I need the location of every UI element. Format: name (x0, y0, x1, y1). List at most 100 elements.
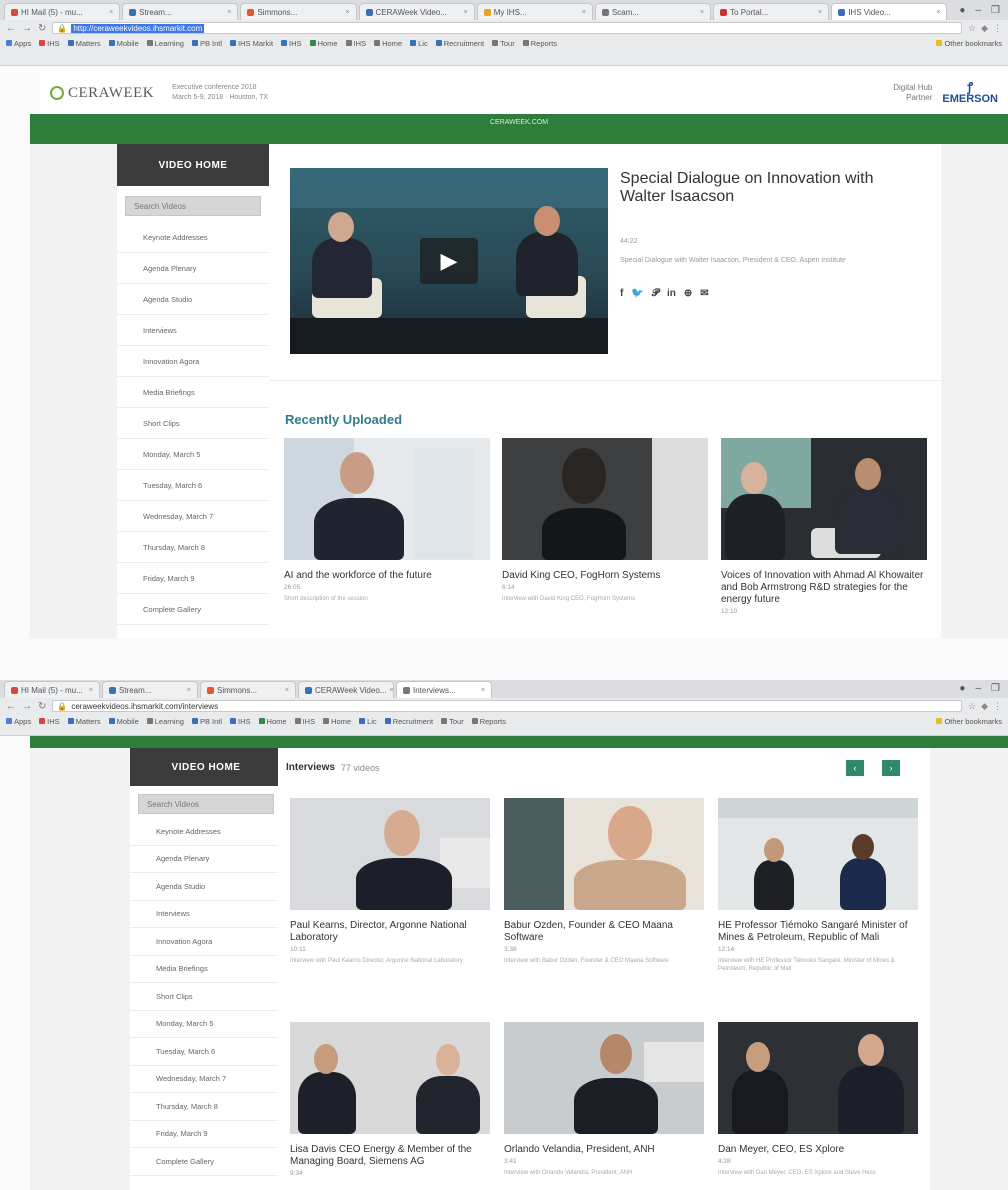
sidebar-item[interactable]: Thursday, March 8 (117, 532, 269, 563)
bookmark[interactable]: IHS (230, 717, 251, 726)
sidebar-item[interactable]: Friday, March 9 (117, 563, 269, 594)
bookmark[interactable]: Mobile (108, 39, 139, 48)
sidebar-item[interactable]: Complete Gallery (117, 594, 269, 625)
bookmark[interactable]: IHS (294, 717, 315, 726)
close-icon[interactable]: × (109, 9, 113, 16)
other-bookmarks[interactable]: Other bookmarks (936, 39, 1002, 48)
browser-tab[interactable]: CERAWeek Video... × (358, 3, 475, 20)
sidebar-item[interactable]: Wednesday, March 7 (117, 501, 269, 532)
browser-tab[interactable]: Stream... × (102, 681, 198, 698)
bookmark[interactable]: Apps (6, 39, 31, 48)
browser-tab[interactable]: Simmons... × (200, 681, 296, 698)
video-title[interactable]: David King CEO, FogHorn Systems (502, 570, 708, 582)
close-icon[interactable]: × (582, 9, 586, 16)
pinterest-icon[interactable]: 𝓟 (652, 288, 659, 299)
sidebar-item[interactable]: Keynote Addresses (117, 222, 269, 253)
video-card[interactable]: Lisa Davis CEO Energy & Member of the Ma… (290, 1022, 490, 1177)
bookmark[interactable]: IHS (345, 39, 366, 48)
close-icon[interactable]: × (464, 9, 468, 16)
next-page-icon[interactable]: › (882, 760, 900, 776)
video-card[interactable]: Orlando Velandia, President, ANH 3:41 In… (504, 1022, 704, 1177)
bookmark[interactable]: Learning (146, 39, 184, 48)
sidebar-item[interactable]: Monday, March 5 (117, 439, 269, 470)
search-input[interactable]: Search Videos (125, 196, 261, 216)
close-icon[interactable]: × (227, 9, 231, 16)
close-icon[interactable]: × (89, 687, 93, 694)
minimize-icon[interactable]: – (975, 5, 981, 16)
bookmark[interactable]: Home (374, 39, 402, 48)
linkedin-icon[interactable]: in (667, 288, 676, 299)
video-card[interactable]: Babur Ozden, Founder & CEO Maana Softwar… (504, 798, 704, 965)
sidebar-item[interactable]: Innovation Agora (130, 928, 282, 956)
featured-title[interactable]: Special Dialogue on Innovation with Walt… (620, 170, 880, 206)
sidebar-item[interactable]: Interviews (130, 901, 282, 928)
bookmark[interactable]: Home (323, 717, 351, 726)
menu-icon[interactable]: ⋮ (993, 701, 1002, 712)
bookmark[interactable]: Reports (471, 717, 506, 726)
browser-tab[interactable]: Simmons... × (240, 3, 357, 20)
facebook-icon[interactable]: f (620, 288, 623, 299)
sidebar-title[interactable]: VIDEO HOME (117, 144, 269, 186)
url-input[interactable]: 🔒 ceraweekvideos.ihsmarkit.com/interview… (52, 700, 962, 712)
star-icon[interactable]: ☆ (968, 23, 976, 34)
browser-tab[interactable]: HI Mail (5) - mu... × (4, 3, 121, 20)
close-icon[interactable]: × (389, 687, 393, 694)
sidebar-item[interactable]: Complete Gallery (130, 1148, 282, 1176)
sidebar-item[interactable]: Agenda Studio (117, 284, 269, 315)
sidebar-item[interactable]: Monday, March 5 (130, 1011, 282, 1038)
bookmark[interactable]: Matters (67, 39, 101, 48)
ceraweek-logo[interactable]: CERAWEEK (50, 85, 154, 102)
reload-icon[interactable]: ↻ (38, 701, 46, 712)
close-icon[interactable]: × (700, 9, 704, 16)
browser-tab[interactable]: My IHS... × (476, 3, 593, 20)
sidebar-item[interactable]: Agenda Plenary (130, 846, 282, 873)
video-card[interactable]: Voices of Innovation with Ahmad Al Khowa… (721, 438, 927, 615)
search-input[interactable]: Search Videos (138, 794, 274, 814)
play-button[interactable]: ▶ (420, 238, 478, 284)
site-link[interactable]: CERAWEEK.COM (490, 119, 548, 126)
back-icon[interactable]: ← (6, 23, 16, 34)
sidebar-item[interactable]: Media Briefings (130, 956, 282, 983)
user-icon[interactable]: ● (959, 683, 965, 694)
bookmark[interactable]: PB Intl (191, 717, 222, 726)
emerson-logo[interactable]: ꝭ EMERSON (942, 81, 998, 105)
close-icon[interactable]: × (936, 9, 940, 16)
bookmark[interactable]: IHS (39, 717, 60, 726)
bookmark[interactable]: Matters (67, 717, 101, 726)
url-input[interactable]: 🔒 http://ceraweekvideos.ihsmarkit.com (52, 22, 962, 34)
close-icon[interactable]: × (818, 9, 822, 16)
video-card[interactable]: Paul Kearns, Director, Argonne National … (290, 798, 490, 965)
bookmark[interactable]: Home (258, 717, 287, 726)
video-title[interactable]: Babur Ozden, Founder & CEO Maana Softwar… (504, 920, 704, 944)
maximize-icon[interactable]: ❐ (991, 683, 1000, 694)
email-icon[interactable]: ✉ (700, 288, 708, 299)
sidebar-item[interactable]: Short Clips (130, 983, 282, 1011)
maximize-icon[interactable]: ❐ (991, 5, 1000, 16)
extension-icon[interactable]: ◆ (981, 701, 988, 712)
sidebar-item[interactable]: Friday, March 9 (130, 1121, 282, 1148)
bookmark[interactable]: IHS (39, 39, 60, 48)
sidebar-item[interactable]: Agenda Plenary (117, 253, 269, 284)
sidebar-item[interactable]: Agenda Studio (130, 873, 282, 901)
browser-tab[interactable]: CERAWeek Video... × (298, 681, 394, 698)
bookmark[interactable]: Lic (359, 717, 377, 726)
video-card[interactable]: David King CEO, FogHorn Systems 6:14 Int… (502, 438, 708, 603)
browser-tab[interactable]: Scam... × (594, 3, 712, 20)
minimize-icon[interactable]: – (975, 683, 981, 694)
bookmark[interactable]: Apps (6, 717, 31, 726)
sidebar-item[interactable]: Tuesday, March 6 (130, 1038, 282, 1066)
googleplus-icon[interactable]: ⊕ (684, 288, 692, 299)
prev-page-icon[interactable]: ‹ (846, 760, 864, 776)
close-icon[interactable]: × (187, 687, 191, 694)
video-title[interactable]: Voices of Innovation with Ahmad Al Khowa… (721, 570, 927, 606)
close-icon[interactable]: × (345, 9, 349, 16)
browser-tab[interactable]: HI Mail (5) - mu... × (4, 681, 100, 698)
sidebar-item[interactable]: Media Briefings (117, 377, 269, 408)
featured-video-player[interactable]: ▶ (290, 168, 608, 354)
extension-icon[interactable]: ◆ (981, 23, 988, 34)
sidebar-item[interactable]: Wednesday, March 7 (130, 1066, 282, 1093)
bookmark[interactable]: Tour (492, 39, 515, 48)
video-title[interactable]: Orlando Velandia, President, ANH (504, 1144, 704, 1156)
sidebar-item[interactable]: Interviews (117, 315, 269, 346)
sidebar-item[interactable]: Keynote Addresses (130, 818, 282, 846)
